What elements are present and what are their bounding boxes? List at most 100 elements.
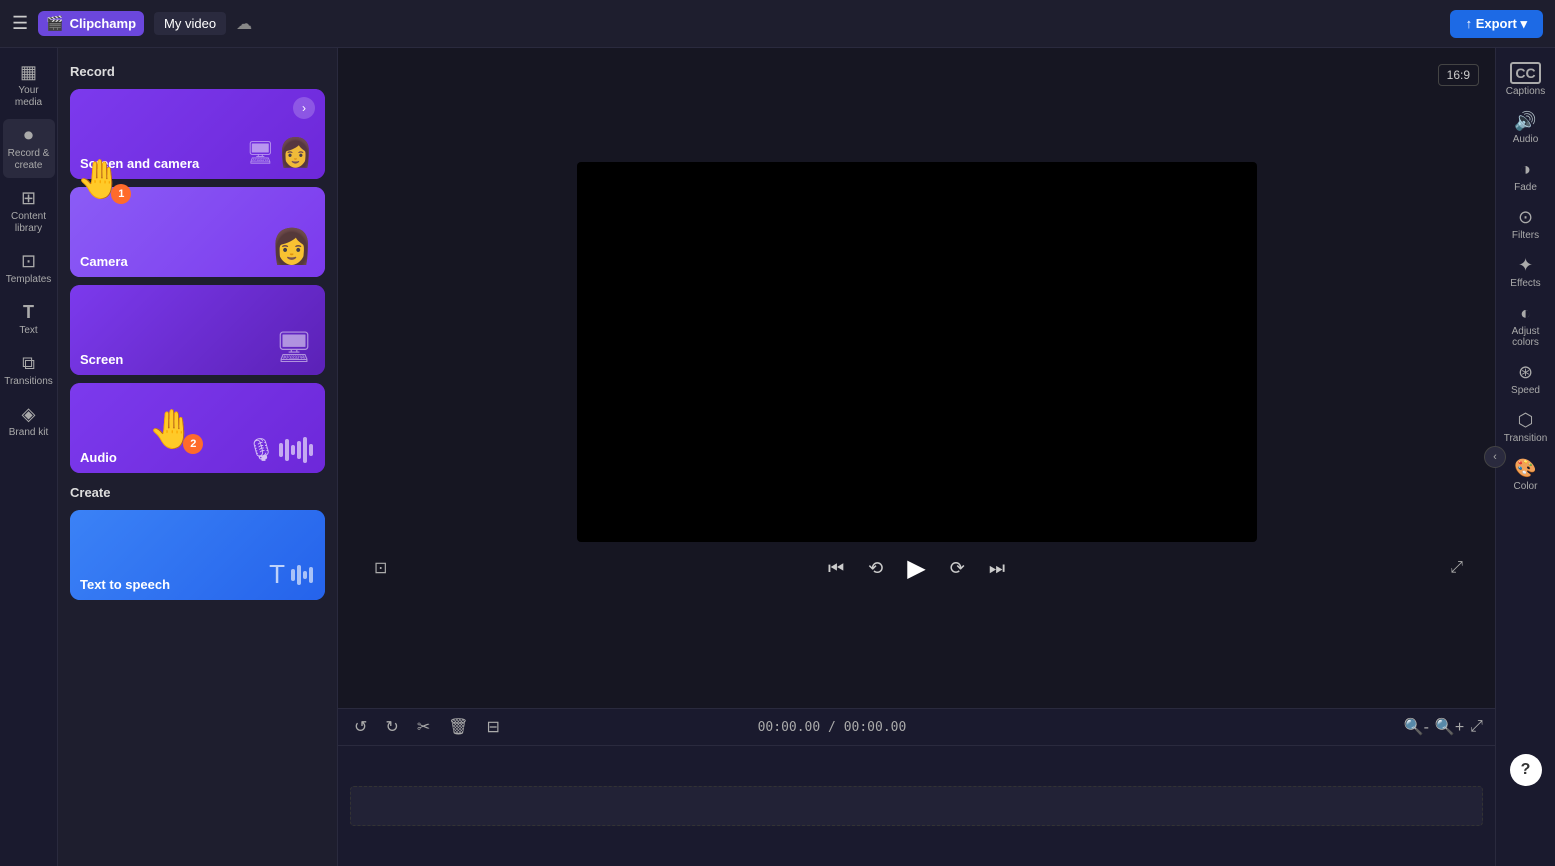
cut-button[interactable]: ✂ <box>413 715 434 739</box>
right-sidebar: ‹ CC Captions 🔊 Audio ◑ Fade ⊙ Filters ✦… <box>1495 48 1555 866</box>
sidebar-item-transitions[interactable]: ⧉ Transitions <box>3 347 55 394</box>
adjust-colors-label: Adjust colors <box>1502 326 1550 348</box>
collapse-sidebar-button[interactable]: ‹ <box>1484 446 1506 468</box>
captions-icon: CC <box>1510 62 1540 84</box>
fullscreen-button[interactable]: ⤢ <box>1450 559 1463 577</box>
forward-button[interactable]: ⟳ <box>946 554 969 583</box>
fade-label: Fade <box>1514 182 1537 193</box>
zoom-controls: 🔍- 🔍+ ⤢ <box>1404 717 1483 737</box>
your-media-icon: ▦ <box>20 62 37 83</box>
help-button[interactable]: ? <box>1510 754 1542 786</box>
total-time: 00:00.00 <box>844 720 907 735</box>
topbar-right: ↑ Export ▾ <box>1450 10 1543 38</box>
preview-top-right: 16:9 <box>1438 64 1479 86</box>
right-nav-adjust-colors[interactable]: ◐ Adjust colors <box>1498 297 1554 354</box>
screen-card[interactable]: Screen 🖥 <box>70 285 325 375</box>
delete-button[interactable]: 🗑 <box>444 715 472 739</box>
audio-card[interactable]: Audio 🎙 <box>70 383 325 473</box>
effects-icon: ✦ <box>1518 255 1533 276</box>
adjust-colors-icon: ◐ <box>1520 303 1531 324</box>
hamburger-icon[interactable]: ☰ <box>12 13 28 34</box>
color-label: Color <box>1514 481 1538 492</box>
clipchamp-logo-icon: 🎬 <box>46 15 63 32</box>
content-library-icon: ⊞ <box>21 188 36 209</box>
undo-button[interactable]: ↺ <box>350 715 371 739</box>
zoom-out-button[interactable]: 🔍- <box>1404 717 1429 737</box>
sidebar-label-your-media: Your media <box>7 85 51 109</box>
sidebar-label-transitions: Transitions <box>4 376 53 388</box>
skip-forward-button[interactable]: ⏭ <box>985 554 1009 583</box>
record-panel: Record Screen and camera › 🖥 👩 Camera 👩 <box>58 48 338 866</box>
sidebar-item-content-library[interactable]: ⊞ Content library <box>3 182 55 241</box>
play-button[interactable]: ▶ <box>903 550 929 587</box>
tts-wave <box>291 565 313 585</box>
camera-deco: 👩 <box>271 227 313 267</box>
redo-button[interactable]: ↻ <box>381 715 402 739</box>
cloud-icon: ☁ <box>236 14 252 34</box>
text-icon: T <box>23 302 34 323</box>
transition-icon: ⬡ <box>1518 410 1534 431</box>
record-section-title: Record <box>70 64 325 79</box>
brand-kit-icon: ◈ <box>22 404 36 425</box>
captions-label: Captions <box>1506 86 1545 97</box>
mic-wave <box>279 437 313 463</box>
right-nav-audio[interactable]: 🔊 Audio <box>1498 105 1554 151</box>
right-nav-captions[interactable]: CC Captions <box>1498 56 1554 103</box>
right-nav-filters[interactable]: ⊙ Filters <box>1498 201 1554 247</box>
text-to-speech-card[interactable]: Text to speech T <box>70 510 325 600</box>
transition-label: Transition <box>1504 433 1548 444</box>
sidebar-label-record-create: Record & create <box>7 148 51 172</box>
templates-icon: ⊡ <box>21 251 36 272</box>
subtitle-toggle-button[interactable]: ⊡ <box>370 554 391 582</box>
transitions-icon: ⧉ <box>22 353 35 374</box>
right-nav-transition[interactable]: ⬡ Transition <box>1498 404 1554 450</box>
zoom-in-button[interactable]: 🔍+ <box>1435 717 1464 737</box>
color-icon: 🎨 <box>1514 458 1536 479</box>
sidebar-item-record-create[interactable]: ⏺ Record & create <box>3 119 55 178</box>
sidebar-label-text: Text <box>19 325 37 337</box>
timeline-empty-track <box>350 786 1483 826</box>
sidebar-item-your-media[interactable]: ▦ Your media <box>3 56 55 115</box>
fit-timeline-button[interactable]: ⤢ <box>1470 717 1483 737</box>
effects-label: Effects <box>1510 278 1540 289</box>
camera-label: Camera <box>80 254 128 269</box>
create-section-title: Create <box>70 485 325 500</box>
sidebar-item-templates[interactable]: ⊡ Templates <box>3 245 55 292</box>
filters-label: Filters <box>1512 230 1539 241</box>
audio-deco: 🎙 <box>247 437 313 463</box>
camera-card[interactable]: Camera 👩 <box>70 187 325 277</box>
playback-controls: ⊡ ⏮ ⟲ ▶ ⟳ ⏭ ⤢ <box>354 542 1479 595</box>
left-nav: ▦ Your media ⏺ Record & create ⊞ Content… <box>0 48 58 866</box>
right-nav-fade[interactable]: ◑ Fade <box>1498 153 1554 199</box>
time-separator: / <box>828 720 844 735</box>
filters-icon: ⊙ <box>1518 207 1533 228</box>
aspect-ratio-button[interactable]: 16:9 <box>1438 64 1479 86</box>
sidebar-label-templates: Templates <box>6 274 52 286</box>
audio-right-label: Audio <box>1513 134 1539 145</box>
sidebar-item-text[interactable]: T Text <box>3 296 55 343</box>
audio-label: Audio <box>80 450 117 465</box>
timeline-area: ↺ ↻ ✂ 🗑 ⊟ 00:00.00 / 00:00.00 🔍- 🔍+ ⤢ <box>338 708 1495 866</box>
preview-area: 16:9 ⊡ ⏮ ⟲ ▶ ⟳ ⏭ ⤢ <box>338 48 1495 708</box>
fade-icon: ◑ <box>1520 159 1531 180</box>
main-area: ▦ Your media ⏺ Record & create ⊞ Content… <box>0 48 1555 866</box>
skip-back-button[interactable]: ⏮ <box>824 554 848 583</box>
split-button[interactable]: ⊟ <box>483 715 504 739</box>
screen-camera-arrow: › <box>293 97 315 119</box>
brand-logo[interactable]: 🎬 Clipchamp <box>38 11 144 36</box>
topbar: ☰ 🎬 Clipchamp My video ☁ ↑ Export ▾ <box>0 0 1555 48</box>
center-area: 16:9 ⊡ ⏮ ⟲ ▶ ⟳ ⏭ ⤢ ↺ ↻ ✂ 🗑 ⊟ 00:0 <box>338 48 1495 866</box>
speed-label: Speed <box>1511 385 1540 396</box>
screen-label: Screen <box>80 352 123 367</box>
right-nav-effects[interactable]: ✦ Effects <box>1498 249 1554 295</box>
current-time: 00:00.00 <box>758 720 821 735</box>
sidebar-item-brand-kit[interactable]: ◈ Brand kit <box>3 398 55 445</box>
project-title[interactable]: My video <box>154 12 226 35</box>
rewind-button[interactable]: ⟲ <box>864 554 887 583</box>
screen-and-camera-card[interactable]: Screen and camera › 🖥 👩 <box>70 89 325 179</box>
right-nav-speed[interactable]: ⊛ Speed <box>1498 356 1554 402</box>
right-nav-color[interactable]: 🎨 Color <box>1498 452 1554 498</box>
sidebar-label-content-library: Content library <box>7 211 51 235</box>
export-button[interactable]: ↑ Export ▾ <box>1450 10 1543 38</box>
speed-icon: ⊛ <box>1518 362 1533 383</box>
